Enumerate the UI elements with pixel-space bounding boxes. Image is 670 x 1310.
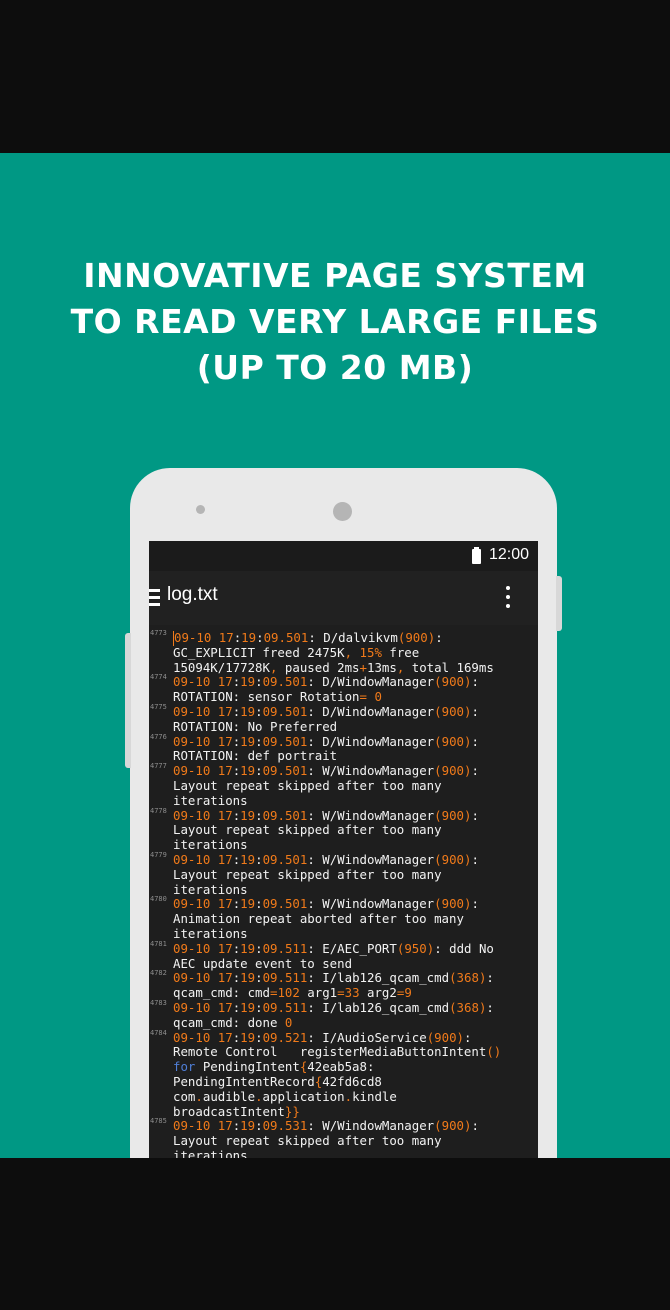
log-line: Layout repeat skipped after too many <box>173 777 442 793</box>
line-number: 4774 <box>150 673 167 682</box>
log-entry: 4773 09-10 17:19:09.501: D/dalvikvm(900):… <box>149 629 538 675</box>
file-title: log.txt <box>167 584 218 605</box>
log-line: qcam_cmd: cmd=102 arg1=33 arg2=9 <box>173 985 412 1001</box>
log-line: 09-10 17:19:09.501: D/dalvikvm(900): <box>173 630 538 646</box>
top-black-band <box>0 0 670 153</box>
status-bar: 12:00 <box>149 541 538 571</box>
log-line: PendingIntentRecord{42fd6cd8 <box>173 1073 382 1089</box>
battery-full-icon <box>472 547 481 564</box>
log-line: 09-10 17:19:09.501: D/WindowManager(900)… <box>173 733 479 749</box>
log-line: iterations <box>173 925 248 941</box>
bottom-black-band <box>0 1158 670 1310</box>
line-number: 4780 <box>150 895 167 904</box>
line-number: 4776 <box>150 732 167 741</box>
log-line: Animation repeat aborted after too many <box>173 911 464 927</box>
log-entry: 4781 09-10 17:19:09.511: E/AEC_PORT(950):… <box>149 939 538 972</box>
log-line: broadcastIntent}} <box>173 1103 300 1119</box>
log-line: for PendingIntent{42eab5a8: <box>173 1059 375 1075</box>
log-line: 09-10 17:19:09.511: I/lab126_qcam_cmd(36… <box>173 999 494 1015</box>
log-line: 09-10 17:19:09.501: W/WindowManager(900)… <box>173 896 479 912</box>
log-entry: 4780 09-10 17:19:09.501: W/WindowManager(… <box>149 895 538 941</box>
log-line: 09-10 17:19:09.501: W/WindowManager(900)… <box>173 807 479 823</box>
promo-banner: INNOVATIVE PAGE SYSTEM TO READ VERY LARG… <box>0 153 670 1158</box>
app-toolbar: log.txt <box>149 571 538 625</box>
line-number: 4782 <box>150 969 167 978</box>
promo-headline: INNOVATIVE PAGE SYSTEM TO READ VERY LARG… <box>0 253 670 391</box>
log-line: 09-10 17:19:09.501: W/WindowManager(900)… <box>173 763 479 779</box>
log-line: 09-10 17:19:09.511: I/lab126_qcam_cmd(36… <box>173 970 494 986</box>
log-entry: 4782 09-10 17:19:09.511: I/lab126_qcam_cm… <box>149 969 538 1001</box>
line-number: 4778 <box>150 806 167 815</box>
log-entry: 4775 09-10 17:19:09.501: D/WindowManager(… <box>149 702 538 735</box>
log-line: 09-10 17:19:09.501: D/WindowManager(900)… <box>173 674 479 690</box>
phone-speaker <box>196 505 205 514</box>
phone-screen: 12:00 log.txt 4773 09-10 17:19:09.501: D/… <box>149 541 538 1158</box>
log-line: 09-10 17:19:09.521: I/AudioService(900): <box>173 1029 472 1045</box>
line-number: 4773 <box>150 629 167 637</box>
hamburger-menu-icon[interactable] <box>149 589 160 606</box>
log-entry: 4776 09-10 17:19:09.501: D/WindowManager(… <box>149 732 538 765</box>
line-number: 4781 <box>150 939 167 948</box>
log-line: ROTATION: def portrait <box>173 748 338 764</box>
log-line: Remote Control registerMediaButtonIntent… <box>173 1044 502 1060</box>
log-entry: 4778 09-10 17:19:09.501: W/WindowManager(… <box>149 806 538 853</box>
log-line: Layout repeat skipped after too many <box>173 822 442 838</box>
log-line: iterations <box>173 837 248 853</box>
log-line: iterations <box>173 1147 248 1158</box>
line-number: 4777 <box>150 762 167 771</box>
log-line: qcam_cmd: done 0 <box>173 1014 293 1030</box>
status-clock: 12:00 <box>489 546 530 563</box>
phone-power-button <box>556 576 562 631</box>
log-line: ROTATION: sensor Rotation= 0 <box>173 689 382 705</box>
log-line: 09-10 17:19:09.501: W/WindowManager(900)… <box>173 851 479 867</box>
log-line: Layout repeat skipped after too many <box>173 1133 442 1149</box>
line-number: 4784 <box>150 1028 167 1037</box>
log-entry: 4783 09-10 17:19:09.511: I/lab126_qcam_cm… <box>149 998 538 1031</box>
more-vert-icon[interactable] <box>506 586 510 610</box>
log-line: 09-10 17:19:09.511: E/AEC_PORT(950): ddd… <box>173 940 494 956</box>
log-line: 15094K/17728K, paused 2ms+13ms, total 16… <box>173 659 494 675</box>
log-line: ROTATION: No Preferred <box>173 718 338 734</box>
line-number: 4785 <box>150 1117 167 1126</box>
line-number: 4779 <box>150 850 167 859</box>
line-number: 4775 <box>150 702 167 711</box>
line-number: 4783 <box>150 998 167 1007</box>
headline-line-3: (UP TO 20 MB) <box>196 348 474 387</box>
log-entry: 4785 09-10 17:19:09.531: W/WindowManager(… <box>149 1117 538 1158</box>
log-line: iterations <box>173 792 248 808</box>
log-line: GC_EXPLICIT freed 2475K, 15% free <box>173 644 420 660</box>
headline-line-1: INNOVATIVE PAGE SYSTEM <box>83 256 587 295</box>
phone-volume-button <box>125 633 131 768</box>
phone-camera <box>333 502 352 521</box>
log-line: AEC update event to send <box>173 955 353 971</box>
log-entry: 4774 09-10 17:19:09.501: D/WindowManager(… <box>149 673 538 705</box>
log-line: iterations <box>173 881 248 897</box>
log-entry: 4777 09-10 17:19:09.501: W/WindowManager(… <box>149 762 538 808</box>
log-line: 09-10 17:19:09.531: W/WindowManager(900)… <box>173 1118 479 1134</box>
log-line: 09-10 17:19:09.501: D/WindowManager(900)… <box>173 703 479 719</box>
log-entry: 4779 09-10 17:19:09.501: W/WindowManager(… <box>149 850 538 897</box>
headline-line-2: TO READ VERY LARGE FILES <box>70 302 600 341</box>
log-line: Layout repeat skipped after too many <box>173 866 442 882</box>
log-entry: 4784 09-10 17:19:09.521: I/AudioService(9… <box>149 1028 538 1120</box>
log-text-view[interactable]: 4773 09-10 17:19:09.501: D/dalvikvm(900):… <box>149 629 538 1158</box>
log-line: com.audible.application.kindle <box>173 1088 397 1104</box>
